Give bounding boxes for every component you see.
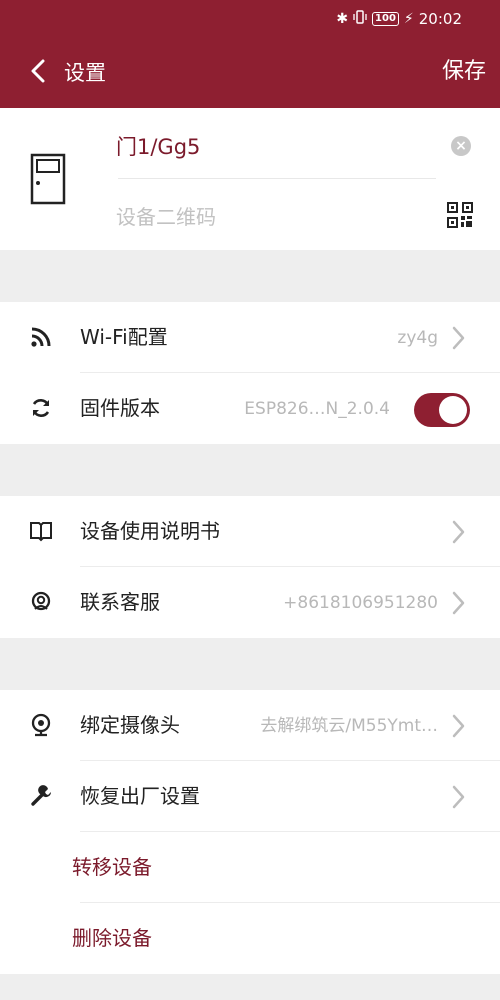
transfer-device-row[interactable]: 转移设备 [0, 832, 500, 903]
chevron-right-icon [451, 714, 465, 742]
qr-code-input[interactable]: 设备二维码 [116, 203, 216, 231]
page-title: 设置 [64, 61, 106, 85]
network-section: Wi-Fi配置 zy4g 固件版本 ESP826…N_2.0.4 [0, 302, 500, 444]
advanced-section: 绑定摄像头 去解绑筑云/M55Ymt… 恢复出厂设置 转移设备 删除设备 [0, 690, 500, 974]
firmware-label: 固件版本 [80, 396, 160, 420]
support-section: 设备使用说明书 联系客服 +8618106951280 [0, 496, 500, 638]
divider [118, 178, 436, 179]
device-name-input[interactable]: 门1/Gg5 [116, 132, 200, 162]
back-icon[interactable] [30, 56, 54, 86]
device-card: 门1/Gg5 × 设备二维码 [0, 108, 500, 250]
manual-row[interactable]: 设备使用说明书 [0, 496, 500, 567]
firmware-row: 固件版本 ESP826…N_2.0.4 [0, 373, 500, 444]
clear-icon[interactable]: × [451, 136, 471, 156]
factory-reset-row[interactable]: 恢复出厂设置 [0, 761, 500, 832]
customer-service-label: 联系客服 [80, 590, 160, 614]
firmware-toggle[interactable] [414, 393, 470, 427]
charging-icon: ⚡ [403, 11, 414, 27]
save-button[interactable]: 保存 [442, 57, 486, 87]
delete-device-button[interactable]: 删除设备 [72, 923, 152, 953]
customer-service-row[interactable]: 联系客服 +8618106951280 [0, 567, 500, 638]
nav-bar: 设置 保存 [0, 44, 500, 104]
delete-device-row[interactable]: 删除设备 [0, 903, 500, 974]
refresh-icon [28, 395, 54, 421]
customer-service-phone: +8618106951280 [283, 593, 438, 613]
toggle-knob [439, 396, 467, 424]
manual-label: 设备使用说明书 [80, 519, 220, 543]
wifi-config-value: zy4g [397, 328, 438, 348]
chevron-right-icon [451, 520, 465, 548]
book-icon [28, 518, 54, 544]
qr-code-icon[interactable] [447, 202, 473, 232]
bind-camera-row[interactable]: 绑定摄像头 去解绑筑云/M55Ymt… [0, 690, 500, 761]
status-bar: ✱ 100 ⚡ 20:02 [0, 0, 500, 38]
transfer-device-button[interactable]: 转移设备 [72, 852, 152, 882]
webcam-icon [28, 712, 54, 738]
door-icon [30, 153, 66, 209]
chevron-right-icon [451, 591, 465, 619]
bluetooth-icon: ✱ [336, 11, 349, 27]
wifi-config-label: Wi-Fi配置 [80, 325, 168, 349]
factory-reset-label: 恢复出厂设置 [80, 784, 200, 808]
firmware-version-value: ESP826…N_2.0.4 [244, 399, 390, 419]
battery-indicator: 100 [372, 12, 399, 26]
wifi-config-row[interactable]: Wi-Fi配置 zy4g [0, 302, 500, 373]
status-indicators: ✱ 100 ⚡ 20:02 [336, 9, 462, 29]
app-header: ✱ 100 ⚡ 20:02 设置 保存 [0, 0, 500, 108]
chevron-right-icon [451, 326, 465, 354]
chevron-right-icon [451, 785, 465, 813]
wrench-icon [28, 783, 54, 809]
vibrate-icon [353, 10, 367, 28]
bind-camera-label: 绑定摄像头 [80, 713, 180, 737]
status-time: 20:02 [418, 10, 462, 28]
bind-camera-value: 去解绑筑云/M55Ymt… [260, 716, 438, 736]
headset-icon [28, 589, 54, 615]
wifi-icon [28, 324, 54, 350]
